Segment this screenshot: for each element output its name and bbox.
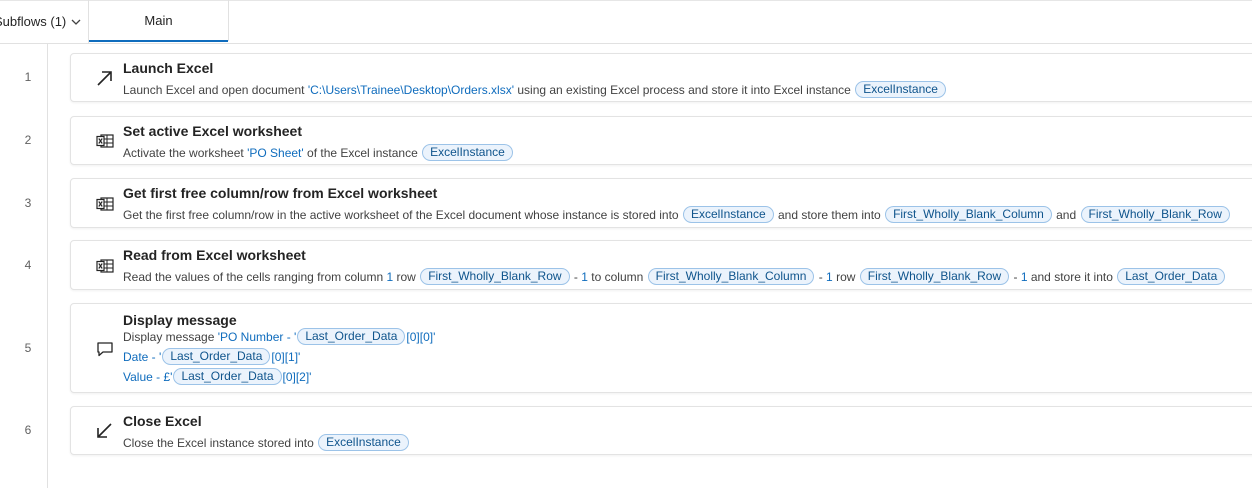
action-card-get-first-free[interactable]: Get first free column/row from Excel wor… (70, 178, 1252, 228)
desc-text: - (570, 270, 582, 284)
line-number-6: 6 (24, 423, 32, 437)
desc-value: 1 (581, 270, 588, 284)
desc-value: [0][1]' (271, 350, 301, 364)
action-card-launch-excel[interactable]: Launch Excel Launch Excel and open docum… (70, 53, 1252, 102)
variable-pill[interactable]: First_Wholly_Blank_Column (647, 268, 815, 285)
arrow-down-left-icon (95, 421, 115, 441)
desc-value: [0][2]' (282, 370, 312, 384)
desc-text: Display message (123, 330, 218, 344)
variable-pill[interactable]: ExcelInstance (855, 81, 946, 98)
variable-pill[interactable]: Last_Order_Data (173, 368, 282, 385)
desc-text: - (1010, 270, 1021, 284)
desc-value: 1 (1020, 270, 1028, 284)
variable-pill[interactable]: ExcelInstance (682, 206, 774, 223)
arrow-up-right-icon (95, 68, 115, 88)
action-title: Get first free column/row from Excel wor… (123, 185, 438, 201)
variable-pill[interactable]: ExcelInstance (318, 434, 409, 451)
tab-main[interactable]: Main (89, 0, 229, 42)
desc-text: Launch Excel and open document (123, 83, 308, 97)
desc-text: - (815, 270, 827, 284)
desc-value: 'PO Sheet' (247, 146, 304, 160)
action-title: Close Excel (123, 413, 202, 429)
desc-text: and store them into (774, 208, 885, 222)
tab-main-label: Main (144, 13, 173, 28)
desc-text: and (1052, 208, 1080, 222)
tab-bar: Subflows (1) Main (0, 0, 1252, 44)
action-description: Activate the worksheet 'PO Sheet' of the… (123, 143, 514, 163)
variable-pill[interactable]: Last_Order_Data (1117, 268, 1226, 285)
action-card-display-message[interactable]: Display message Display message 'PO Numb… (70, 303, 1252, 393)
desc-text: row (393, 270, 420, 284)
line-number-3: 3 (24, 196, 32, 210)
desc-text: Activate the worksheet (123, 146, 248, 160)
message-line-3: Value - £' Last_Order_Data [0][2]' (123, 367, 435, 387)
desc-text: to column (587, 270, 647, 284)
message-line-1: Display message 'PO Number - ' Last_Order… (123, 327, 435, 347)
chevron-down-icon (70, 16, 82, 28)
action-card-close-excel[interactable]: Close Excel Close the Excel instance sto… (70, 406, 1252, 455)
action-description: Launch Excel and open document 'C:\Users… (123, 80, 947, 100)
active-tab-indicator (89, 40, 228, 42)
action-title: Display message (123, 312, 237, 328)
action-title: Set active Excel worksheet (123, 123, 302, 139)
message-icon (95, 339, 115, 359)
action-description: Display message 'PO Number - ' Last_Order… (123, 327, 435, 387)
line-number-1: 1 (24, 70, 32, 84)
action-description: Read the values of the cells ranging fro… (123, 267, 1226, 287)
desc-text: row (832, 270, 859, 284)
action-card-read-from-worksheet[interactable]: Read from Excel worksheet Read the value… (70, 240, 1252, 290)
desc-value: Date - ' (123, 350, 162, 364)
action-title: Launch Excel (123, 60, 214, 76)
message-line-2: Date - ' Last_Order_Data [0][1]' (123, 347, 435, 367)
desc-text: and store it into (1027, 270, 1117, 284)
action-card-set-active-worksheet[interactable]: Set active Excel worksheet Activate the … (70, 116, 1252, 165)
desc-text: Close the Excel instance stored into (123, 436, 318, 450)
excel-icon (95, 256, 115, 276)
line-number-2: 2 (24, 133, 32, 147)
desc-value: 'C:\Users\Trainee\Desktop\Orders.xlsx' (307, 83, 515, 97)
action-description: Close the Excel instance stored into Exc… (123, 433, 410, 453)
variable-pill[interactable]: First_Wholly_Blank_Column (885, 206, 1052, 223)
desc-text: Read the values of the cells ranging fro… (123, 270, 387, 284)
subflows-label: Subflows (1) (0, 14, 67, 29)
subflows-dropdown[interactable]: Subflows (1) (0, 0, 89, 43)
desc-value: Value - £' (123, 370, 173, 384)
action-title: Read from Excel worksheet (123, 247, 306, 263)
desc-value: [0][0]' (406, 330, 436, 344)
desc-text: of the Excel instance (303, 146, 422, 160)
desc-value: 1 (826, 270, 833, 284)
desc-value: 'PO Number - ' (217, 330, 297, 344)
variable-pill[interactable]: First_Wholly_Blank_Row (420, 268, 570, 285)
desc-text: using an existing Excel process and stor… (514, 83, 855, 97)
excel-icon (95, 131, 115, 151)
line-number-4: 4 (24, 258, 32, 272)
action-description: Get the first free column/row in the act… (123, 205, 1231, 225)
variable-pill[interactable]: First_Wholly_Blank_Row (1080, 206, 1230, 223)
variable-pill[interactable]: First_Wholly_Blank_Row (859, 268, 1010, 285)
excel-icon (95, 194, 115, 214)
variable-pill[interactable]: Last_Order_Data (162, 348, 271, 365)
variable-pill[interactable]: ExcelInstance (422, 144, 513, 161)
line-number-5: 5 (24, 341, 32, 355)
desc-text: Get the first free column/row in the act… (123, 208, 682, 222)
variable-pill[interactable]: Last_Order_Data (297, 328, 406, 345)
